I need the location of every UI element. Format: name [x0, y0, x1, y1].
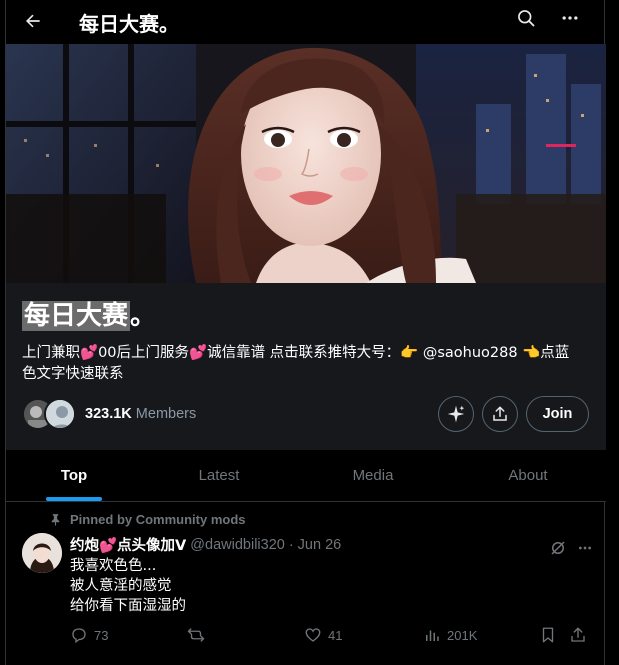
back-button[interactable]: [15, 3, 51, 39]
pin-icon: [51, 514, 60, 526]
join-button[interactable]: Join: [526, 396, 589, 432]
bookmark-icon: [542, 627, 554, 643]
description-text: 诚信靠谱 点击联系推特大号：: [207, 345, 401, 361]
description-text: 00后上门服务: [98, 345, 190, 361]
more-button[interactable]: [552, 0, 588, 36]
hand-left-emoji: 👈: [522, 345, 541, 361]
heart-emoji: 💕: [189, 345, 208, 361]
hand-right-emoji: 👉: [400, 345, 419, 361]
community-banner-image: [6, 44, 606, 283]
page-title: 每日大赛。: [79, 12, 179, 36]
avatar: [44, 398, 76, 430]
heart-emoji: 💕: [80, 345, 99, 361]
pinned-post[interactable]: Pinned by Community mods 约炮💕点头像加V @dawid…: [6, 503, 606, 665]
community-page: 每日大赛。 每日大赛。 上门兼职💕00后上门服务💕诚信靠谱 点击联系推特大号：👉…: [5, 0, 606, 665]
community-tabs: Top Latest Media About: [6, 450, 606, 502]
default-avatar-icon: [46, 400, 74, 428]
tab-about[interactable]: About: [450, 450, 606, 501]
grok-explain-button[interactable]: [543, 533, 573, 563]
bookmark-button[interactable]: [539, 626, 557, 644]
post-date[interactable]: Jun 26: [298, 537, 342, 553]
description-handle[interactable]: @saohuo288: [418, 345, 522, 361]
like-button[interactable]: 41: [304, 626, 342, 644]
tab-label: Top: [60, 467, 88, 484]
post-actions: 73 41 201K: [6, 626, 606, 648]
search-icon: [518, 10, 535, 27]
grok-button[interactable]: [438, 396, 474, 432]
community-name-suffix: 。: [130, 301, 157, 331]
tab-media[interactable]: Media: [296, 450, 450, 501]
arrow-left-icon: [26, 14, 40, 28]
view-count: 201K: [447, 627, 478, 643]
author-name-part: 点头像加V: [117, 538, 187, 554]
post-text: 我喜欢色色... 被人意淫的感觉 给你看下面湿湿的: [70, 556, 186, 616]
like-count: 41: [328, 627, 343, 643]
post-author-handle[interactable]: @dawidbili320: [190, 537, 285, 553]
community-name: 每日大赛。: [22, 295, 156, 332]
more-horizontal-icon: [579, 546, 591, 550]
post-author-avatar[interactable]: [22, 533, 62, 573]
post-header: 约炮💕点头像加V @dawidbili320 · Jun 26: [70, 534, 341, 555]
tab-top[interactable]: Top: [6, 450, 142, 501]
tab-label: About: [508, 467, 548, 484]
share-icon: [493, 406, 507, 421]
reply-icon: [72, 628, 86, 644]
repost-button[interactable]: [187, 626, 211, 644]
share-button[interactable]: [482, 396, 518, 432]
community-description: 上门兼职💕00后上门服务💕诚信靠谱 点击联系推特大号：👉 @saohuo288 …: [22, 343, 594, 385]
post-text-line: 给你看下面湿湿的: [70, 598, 186, 614]
description-text: 色文字快速联系: [22, 366, 124, 382]
share-icon: [571, 627, 585, 642]
heart-emoji: 💕: [99, 538, 118, 554]
reply-button[interactable]: 73: [70, 626, 108, 644]
top-bar: 每日大赛。: [6, 0, 606, 42]
heart-icon: [305, 628, 321, 642]
more-horizontal-icon: [562, 16, 578, 20]
repost-icon: [187, 628, 205, 642]
sparkle-icon: [447, 405, 465, 423]
description-text: 点蓝: [540, 345, 570, 361]
avatar-image: [22, 533, 62, 573]
views-icon: [426, 630, 439, 641]
post-text-line: 我喜欢色色...: [70, 558, 157, 574]
post-author-name[interactable]: 约炮💕点头像加V: [70, 534, 186, 555]
grok-icon: [551, 541, 565, 555]
pinned-indicator: Pinned by Community mods: [49, 512, 246, 527]
reply-count: 73: [94, 627, 109, 643]
post-share-button[interactable]: [569, 626, 587, 644]
community-info: 每日大赛。 上门兼职💕00后上门服务💕诚信靠谱 点击联系推特大号：👉 @saoh…: [6, 283, 606, 450]
pinned-label: Pinned by Community mods: [70, 512, 246, 527]
member-avatars[interactable]: [22, 398, 78, 430]
separator-dot: ·: [288, 536, 294, 553]
member-count[interactable]: 323.1K Members: [85, 406, 196, 422]
search-button[interactable]: [508, 0, 544, 36]
post-more-button[interactable]: [570, 533, 600, 563]
member-count-value: 323.1K: [85, 406, 132, 422]
description-text: 上门兼职: [22, 345, 80, 361]
tab-label: Media: [352, 467, 394, 484]
author-name-part: 约炮: [70, 538, 99, 554]
member-count-label: Members: [135, 406, 197, 422]
banner-photo: [6, 44, 606, 283]
tab-label: Latest: [198, 467, 240, 484]
views-button[interactable]: 201K: [423, 626, 477, 644]
active-tab-indicator: [46, 497, 102, 501]
tab-latest[interactable]: Latest: [142, 450, 296, 501]
post-text-line: 被人意淫的感觉: [70, 578, 172, 594]
community-name-highlight: 每日大赛: [22, 301, 131, 331]
